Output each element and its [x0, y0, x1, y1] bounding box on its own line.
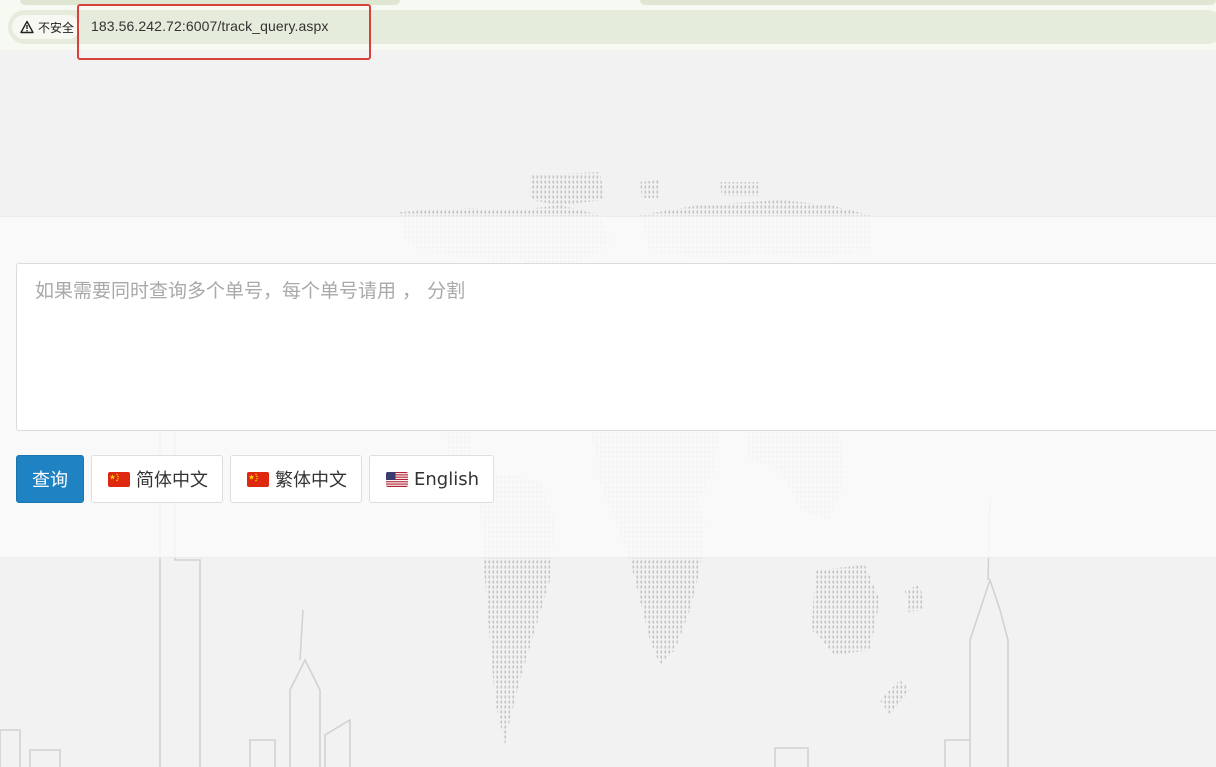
tab-edge[interactable]	[640, 0, 1216, 5]
lang-english-button[interactable]: English	[369, 455, 494, 503]
lang-english-label: English	[414, 468, 479, 490]
china-flag-icon	[108, 471, 130, 487]
lang-simplified-chinese-label: 简体中文	[136, 470, 208, 491]
query-panel: 查询 简体中文 繁体中文	[0, 216, 1216, 558]
search-button[interactable]: 查询	[16, 455, 84, 503]
browser-toolbar: 不安全 183.56.242.72:6007/track_query.aspx	[0, 0, 1216, 60]
tracking-number-input[interactable]	[16, 263, 1216, 431]
lang-traditional-chinese-label: 繁体中文	[275, 470, 347, 491]
security-label: 不安全	[38, 20, 75, 35]
usa-flag-icon	[386, 471, 408, 487]
china-flag-icon	[247, 471, 269, 487]
action-buttons: 查询 简体中文 繁体中文 English	[16, 455, 494, 503]
lang-traditional-chinese-button[interactable]: 繁体中文	[230, 455, 362, 503]
warning-triangle-icon	[20, 20, 34, 34]
search-button-label: 查询	[32, 470, 68, 491]
security-indicator[interactable]: 不安全	[12, 15, 81, 39]
lang-simplified-chinese-button[interactable]: 简体中文	[91, 455, 223, 503]
